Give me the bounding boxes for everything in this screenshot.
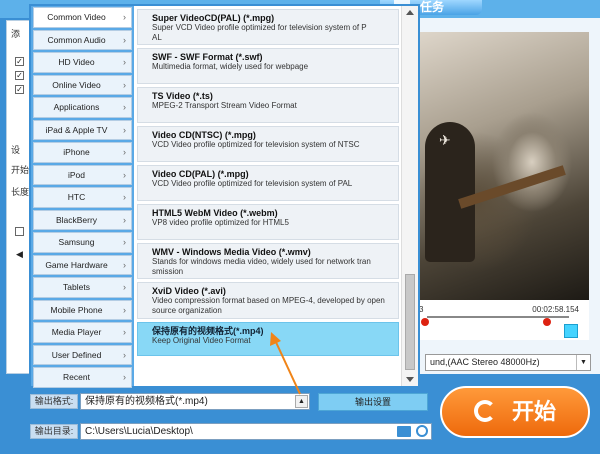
chevron-down-icon[interactable]: ▼ bbox=[576, 355, 590, 370]
format-list-scrollbar[interactable] bbox=[401, 6, 418, 386]
checkbox-2[interactable]: ✓ bbox=[15, 71, 24, 80]
format-item-wmv[interactable]: WMV - Windows Media Video (*.wmv) Stands… bbox=[137, 243, 399, 279]
file-list-panel: 添 ✓ ✓ ✓ 设 开始 长度 ◀ bbox=[6, 20, 30, 374]
chevron-right-icon: › bbox=[123, 102, 126, 112]
format-item-ts[interactable]: TS Video (*.ts) MPEG-2 Transport Stream … bbox=[137, 87, 399, 123]
video-bird: ✈ bbox=[439, 132, 451, 148]
format-item-webm[interactable]: HTML5 WebM Video (*.webm) VP8 video prof… bbox=[137, 204, 399, 240]
trim-end-handle[interactable] bbox=[543, 318, 551, 326]
format-item-svcd-pal[interactable]: Super VideoCD(PAL) (*.mpg) Super VCD Vid… bbox=[137, 9, 399, 45]
audio-track-select[interactable]: und,(AAC Stereo 48000Hz) ▼ bbox=[425, 354, 591, 371]
start-button[interactable]: 开始 bbox=[440, 386, 590, 438]
category-tablets[interactable]: Tablets › bbox=[33, 277, 132, 298]
format-item-swf[interactable]: SWF - SWF Format (*.swf) Multimedia form… bbox=[137, 48, 399, 84]
category-game-hardware[interactable]: Game Hardware › bbox=[33, 254, 132, 275]
category-media-player[interactable]: Media Player › bbox=[33, 322, 132, 343]
chevron-right-icon: › bbox=[123, 372, 126, 382]
format-item-vcd-pal[interactable]: Video CD(PAL) (*.mpg) VCD Video profile … bbox=[137, 165, 399, 201]
output-dir-field[interactable]: C:\Users\Lucia\Desktop\ bbox=[80, 423, 432, 440]
chevron-right-icon: › bbox=[123, 327, 126, 337]
format-item-keep-original[interactable]: 保持原有的视频格式(*.mp4) Keep Original Video For… bbox=[137, 322, 399, 356]
format-dropdown: Common Video › Common Audio › HD Video › On… bbox=[29, 4, 420, 388]
scroll-up-icon[interactable] bbox=[406, 10, 414, 15]
format-item-vcd-ntsc[interactable]: Video CD(NTSC) (*.mpg) VCD Video profile… bbox=[137, 126, 399, 162]
output-dir-label: 输出目录: bbox=[30, 424, 78, 439]
dropdown-arrow-icon[interactable]: ▲ bbox=[295, 395, 308, 408]
start-label: 开始 bbox=[11, 165, 30, 175]
chevron-right-icon: › bbox=[123, 34, 126, 45]
chevron-right-icon: › bbox=[123, 237, 126, 247]
chevron-right-icon: › bbox=[123, 349, 126, 360]
category-htc[interactable]: HTC › bbox=[33, 187, 132, 208]
category-ipad-apple-tv[interactable]: iPad & Apple TV › bbox=[33, 119, 132, 140]
output-settings-button[interactable]: 输出设置 bbox=[318, 393, 428, 411]
checkbox-4[interactable] bbox=[15, 227, 24, 236]
checkbox-3[interactable]: ✓ bbox=[15, 85, 24, 94]
category-samsung[interactable]: Samsung › bbox=[33, 232, 132, 253]
chevron-right-icon: › bbox=[123, 147, 126, 157]
chevron-right-icon: › bbox=[123, 124, 126, 135]
category-list: Common Video › Common Audio › HD Video › On… bbox=[31, 6, 134, 388]
chevron-right-icon: › bbox=[123, 12, 126, 22]
category-recent[interactable]: Recent › bbox=[33, 367, 132, 388]
category-hd-video[interactable]: HD Video › bbox=[33, 52, 132, 73]
timeline-end-time: 00:02:58.154 bbox=[532, 305, 579, 314]
trim-start-handle[interactable] bbox=[421, 318, 429, 326]
output-format-label: 输出格式: bbox=[30, 394, 78, 409]
chevron-right-icon: › bbox=[123, 214, 126, 225]
chevron-right-icon: › bbox=[123, 259, 126, 270]
folder-icon[interactable] bbox=[397, 426, 411, 437]
format-list: Super VideoCD(PAL) (*.mpg) Super VCD Vid… bbox=[134, 6, 401, 386]
format-item-xvid[interactable]: XviD Video (*.avi) Video compression for… bbox=[137, 282, 399, 319]
category-mobile-phone[interactable]: Mobile Phone › bbox=[33, 299, 132, 320]
category-user-defined[interactable]: User Defined › bbox=[33, 344, 132, 365]
scroll-down-icon[interactable] bbox=[406, 377, 414, 382]
category-iphone[interactable]: iPhone › bbox=[33, 142, 132, 163]
add-label: 添 bbox=[11, 29, 21, 39]
scrollbar-thumb[interactable] bbox=[405, 274, 415, 370]
chevron-right-icon: › bbox=[123, 304, 126, 315]
refresh-icon bbox=[474, 400, 496, 422]
chevron-right-icon: › bbox=[123, 79, 126, 90]
category-ipod[interactable]: iPod › bbox=[33, 164, 132, 185]
chevron-right-icon: › bbox=[123, 169, 126, 180]
chevron-right-icon: › bbox=[123, 282, 126, 292]
settings-label: 设 bbox=[11, 145, 21, 155]
speaker-icon[interactable]: ◀ bbox=[15, 250, 24, 260]
category-online-video[interactable]: Online Video › bbox=[33, 74, 132, 95]
category-applications[interactable]: Applications › bbox=[33, 97, 132, 118]
checkbox-1[interactable]: ✓ bbox=[15, 57, 24, 66]
chevron-right-icon: › bbox=[123, 57, 126, 67]
category-common-video[interactable]: Common Video › bbox=[33, 7, 132, 28]
timeline[interactable]: 3 00:02:58.154 bbox=[417, 300, 589, 340]
output-format-select[interactable]: 保持原有的视频格式(*.mp4) ▲ bbox=[80, 393, 310, 410]
video-preview: ✈ bbox=[417, 32, 589, 300]
search-icon[interactable] bbox=[416, 425, 428, 437]
chevron-right-icon: › bbox=[123, 192, 126, 202]
trim-box[interactable] bbox=[564, 324, 578, 338]
category-blackberry[interactable]: BlackBerry › bbox=[33, 209, 132, 230]
length-label: 长度 bbox=[11, 187, 30, 197]
category-common-audio[interactable]: Common Audio › bbox=[33, 29, 132, 50]
